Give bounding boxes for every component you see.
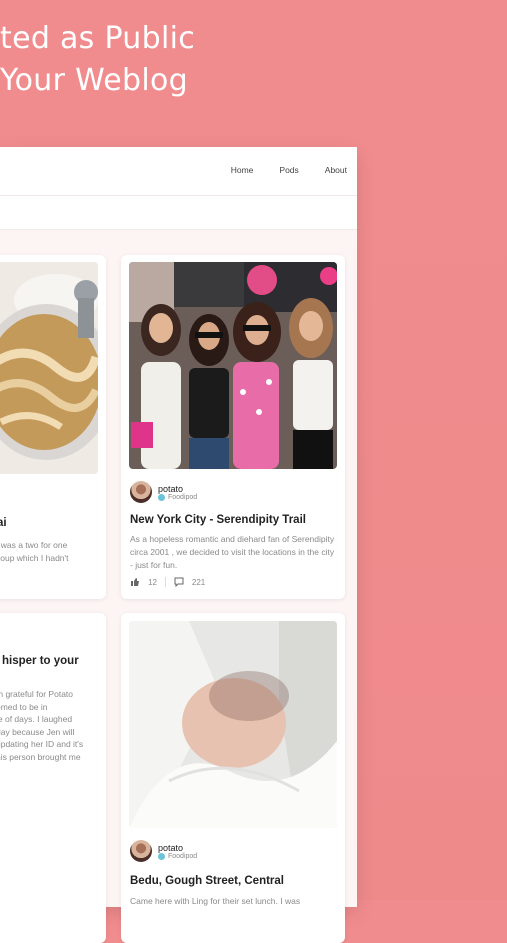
browser-window: Home Pods About nai , was a two for one … bbox=[0, 147, 357, 943]
post-image-baby bbox=[129, 621, 337, 828]
author-avatar bbox=[130, 481, 152, 503]
author-name: potato bbox=[158, 842, 184, 853]
post-title-right-1[interactable]: New York City - Serendipity Trail bbox=[130, 514, 306, 526]
post-card-left-2[interactable]: hisper to your m grateful for Potato eme… bbox=[0, 613, 106, 943]
top-navbar: Home Pods About bbox=[0, 147, 357, 196]
pod-dot-icon bbox=[158, 493, 165, 501]
hero-line-2: Your Weblog bbox=[0, 63, 189, 98]
author-pod: Foodipod bbox=[158, 493, 197, 501]
sub-bar bbox=[0, 196, 357, 230]
noodle-soup-image bbox=[0, 262, 98, 474]
nav-home-link[interactable]: Home bbox=[231, 165, 254, 175]
baby-photo bbox=[129, 621, 337, 828]
post-desc-right-1: As a hopeless romantic and diehard fan o… bbox=[130, 534, 335, 570]
post-desc-left-1: , was a two for one soup which I hadn't bbox=[0, 540, 69, 563]
like-count: 12 bbox=[148, 577, 157, 587]
post-card-right-2[interactable]: potato Foodipod Bedu, Gough Street, Cent… bbox=[121, 613, 345, 943]
post-desc-left-2: m grateful for Potato emed to be in le o… bbox=[0, 689, 84, 762]
author-name: potato bbox=[158, 483, 184, 494]
post-author-right-2[interactable]: potato Foodipod bbox=[130, 840, 197, 862]
nav-pods-link[interactable]: Pods bbox=[279, 165, 298, 175]
comment-icon[interactable] bbox=[174, 577, 184, 587]
post-title-left-2: hisper to your bbox=[2, 655, 79, 667]
post-author-right-1[interactable]: potato Foodipod bbox=[130, 481, 197, 503]
post-stats-right-1: 12 221 bbox=[130, 577, 205, 587]
friends-photo bbox=[129, 262, 337, 469]
post-image-friends-nyc bbox=[129, 262, 337, 469]
post-desc-right-2: Came here with Ling for their set lunch.… bbox=[130, 896, 301, 906]
author-avatar bbox=[130, 840, 152, 862]
pod-dot-icon bbox=[158, 852, 165, 860]
nav-menu: Home Pods About bbox=[231, 165, 347, 175]
thumbs-up-icon[interactable] bbox=[130, 577, 140, 587]
hero-line-1: ted as Public bbox=[0, 21, 196, 56]
post-title-left-1: nai bbox=[0, 517, 7, 529]
stats-divider bbox=[164, 577, 166, 587]
comment-count: 221 bbox=[191, 577, 206, 587]
post-title-right-2[interactable]: Bedu, Gough Street, Central bbox=[130, 875, 284, 887]
nav-about-link[interactable]: About bbox=[325, 165, 347, 175]
post-image-noodle-soup bbox=[0, 262, 98, 474]
post-card-right-1[interactable]: potato Foodipod New York City - Serendip… bbox=[121, 255, 345, 599]
hero-heading: ted as Public Your Weblog bbox=[0, 18, 195, 102]
post-card-left-1[interactable]: nai , was a two for one soup which I had… bbox=[0, 255, 106, 599]
author-pod: Foodipod bbox=[158, 852, 197, 860]
